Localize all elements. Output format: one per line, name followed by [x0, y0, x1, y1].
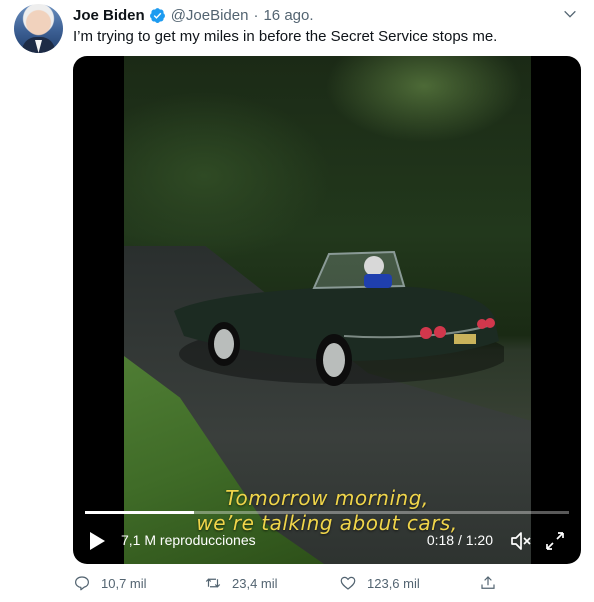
- video-controls: 7,1 M reproducciones 0:18 / 1:20: [73, 526, 581, 556]
- retweet-icon: [205, 578, 221, 588]
- video-subtitle-line-1: Tomorrow morning,: [225, 486, 429, 510]
- tweet-header: Joe Biden @JoeBiden · 16 ago.: [73, 5, 314, 25]
- fullscreen-icon[interactable]: [543, 529, 567, 553]
- avatar[interactable]: [14, 4, 63, 53]
- chevron-down-icon[interactable]: [562, 6, 578, 22]
- reply-button[interactable]: 10,7 mil: [73, 574, 147, 592]
- video-progress-fill: [85, 511, 194, 514]
- heart-icon: [340, 576, 356, 590]
- retweet-button[interactable]: 23,4 mil: [204, 574, 278, 592]
- share-icon: [481, 576, 495, 589]
- mute-icon[interactable]: [509, 529, 533, 553]
- video-progress-bar[interactable]: [85, 511, 569, 514]
- reply-count: 10,7 mil: [101, 575, 147, 591]
- like-button[interactable]: 123,6 mil: [339, 574, 420, 592]
- play-icon[interactable]: [87, 530, 107, 552]
- separator-dot: ·: [253, 6, 259, 24]
- author-handle[interactable]: @JoeBiden: [171, 7, 249, 24]
- tweet-date[interactable]: 16 ago.: [263, 7, 313, 24]
- view-count: 7,1 M reproducciones: [121, 532, 256, 548]
- tweet-actions: 10,7 mil 23,4 mil 123,6 mil: [73, 574, 573, 594]
- verified-badge-icon: [149, 7, 165, 23]
- like-count: 123,6 mil: [367, 575, 420, 591]
- share-button[interactable]: [479, 574, 507, 592]
- retweet-count: 23,4 mil: [232, 575, 278, 591]
- video-player[interactable]: Tomorrow morning, we’re talking about ca…: [73, 56, 581, 564]
- reply-icon: [75, 576, 89, 591]
- tweet: Joe Biden @JoeBiden · 16 ago. I’m trying…: [0, 0, 594, 602]
- tweet-text: I’m trying to get my miles in before the…: [73, 28, 498, 45]
- author-name[interactable]: Joe Biden: [73, 7, 145, 24]
- video-car: [174, 250, 504, 386]
- video-time: 0:18 / 1:20: [426, 532, 493, 548]
